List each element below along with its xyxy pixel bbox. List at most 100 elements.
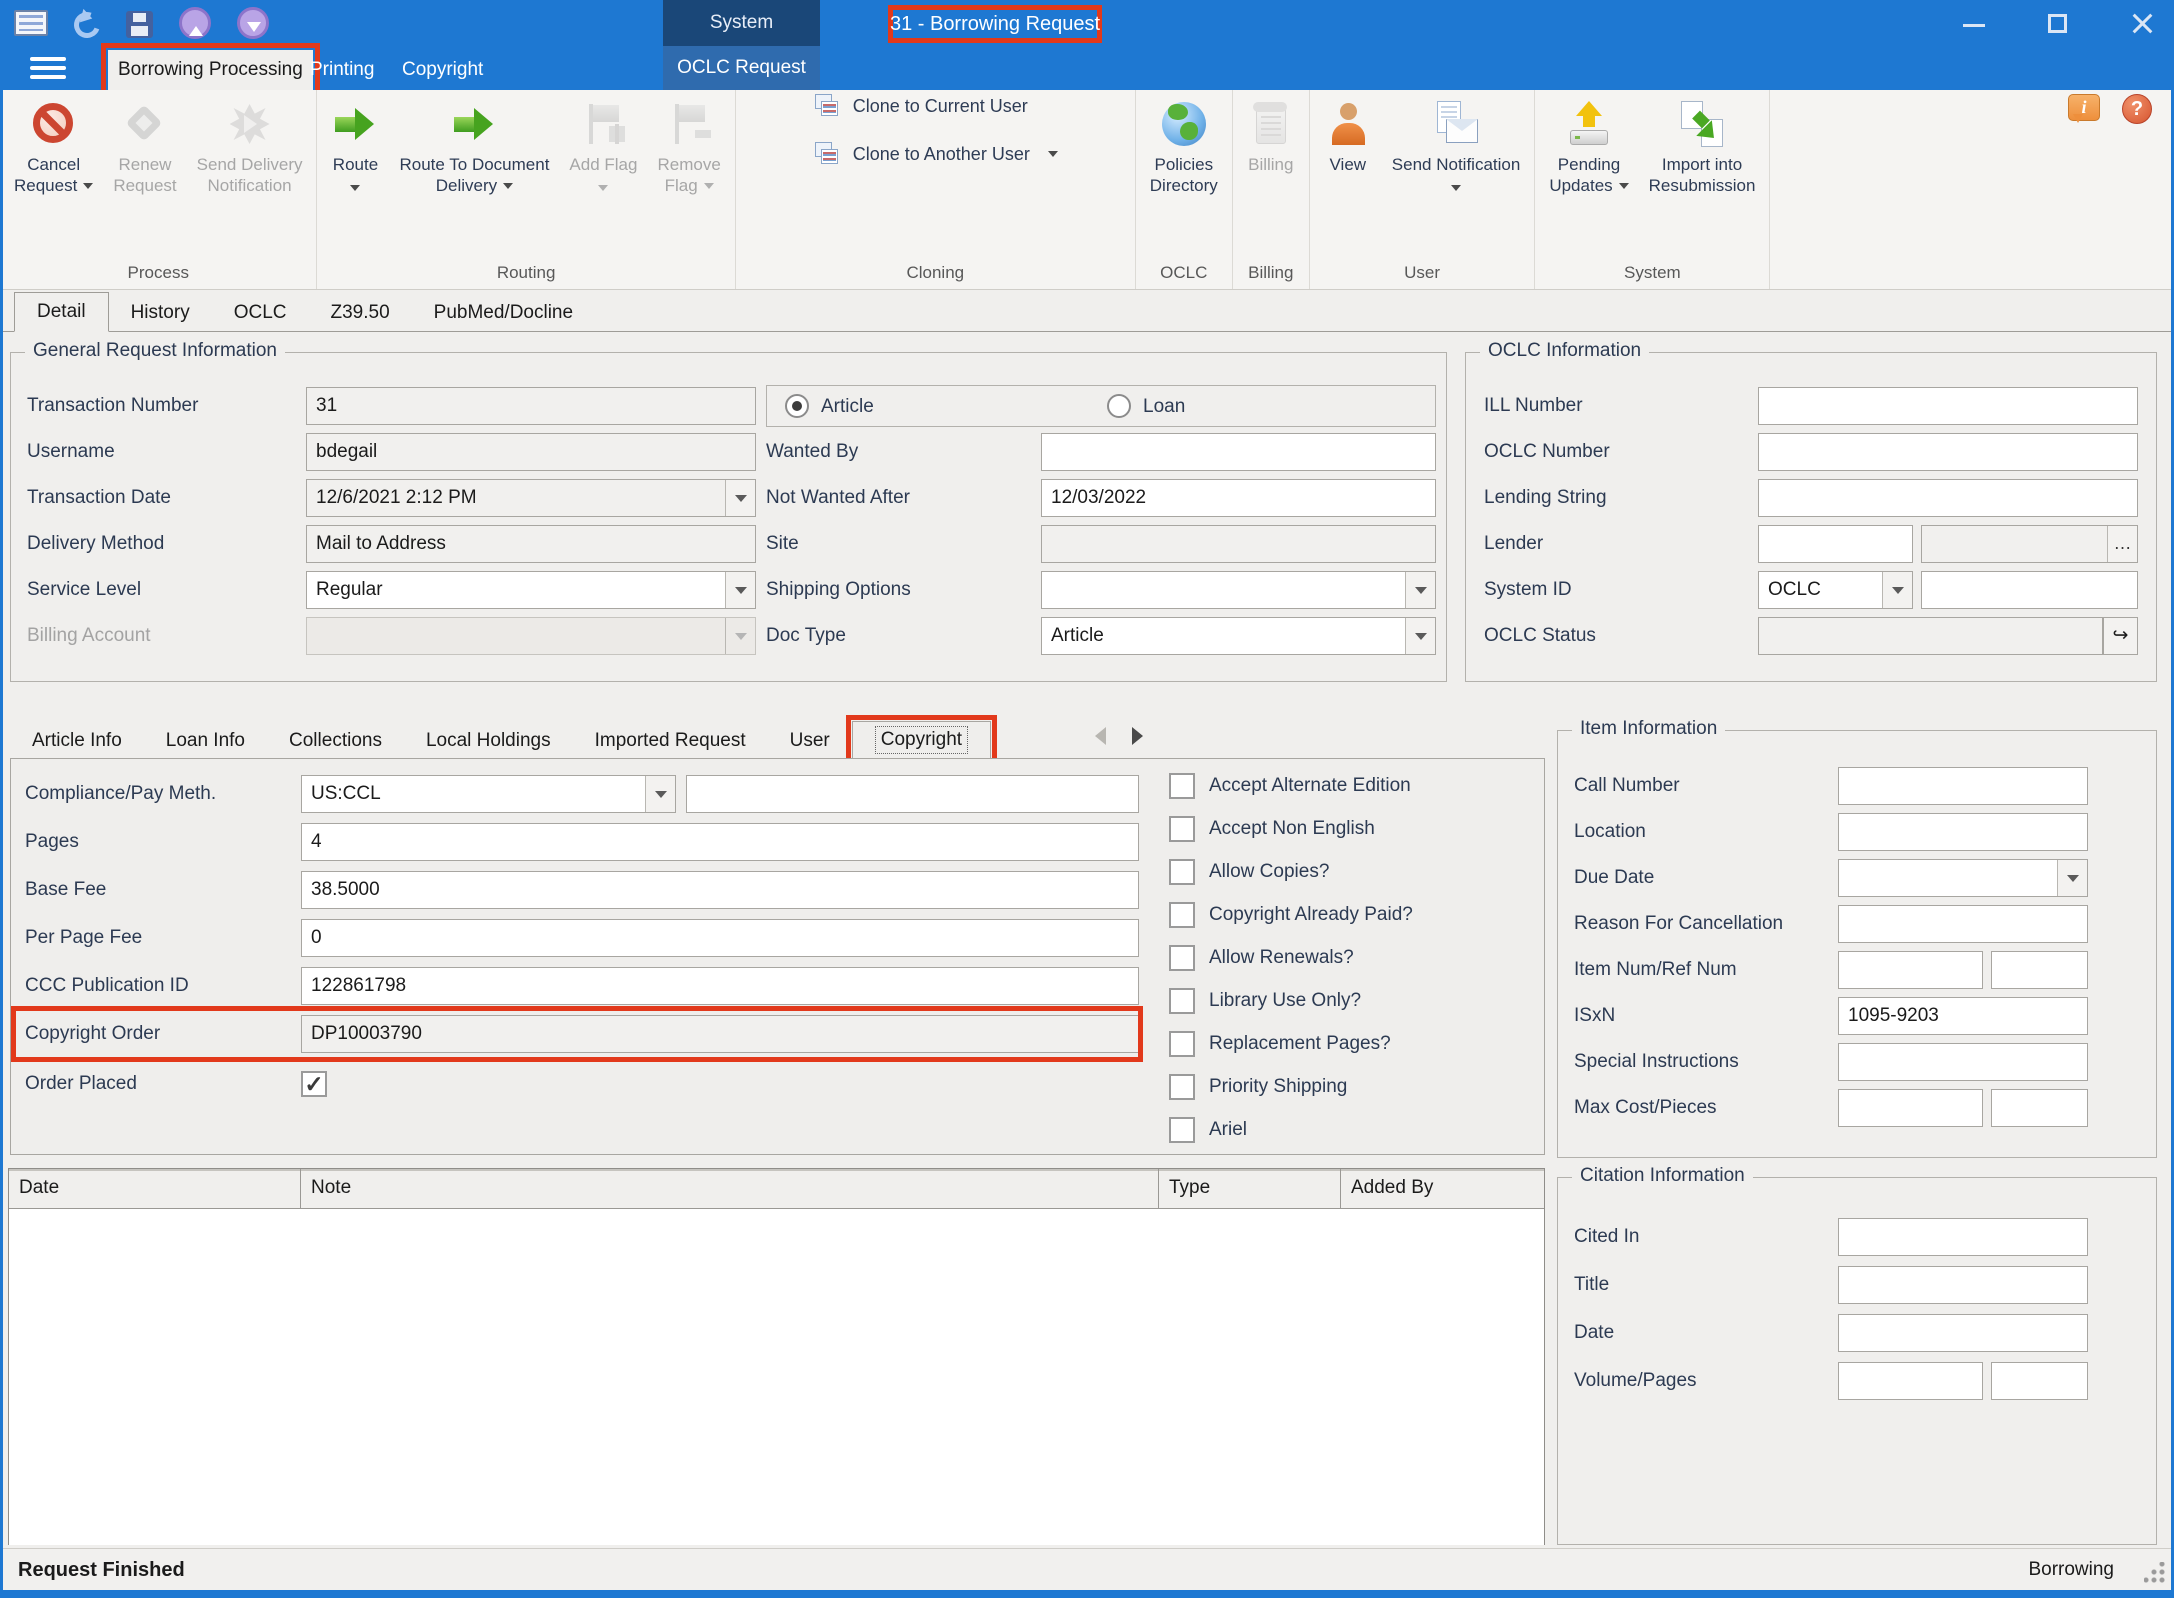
max-cost-field[interactable] [1838, 1089, 1983, 1127]
view-user-button[interactable]: View [1314, 92, 1382, 177]
resize-grip[interactable] [2144, 1562, 2166, 1584]
close-button[interactable] [2128, 9, 2156, 37]
dropdown-arrow-icon[interactable] [725, 572, 755, 608]
oclc-number-field[interactable] [1758, 433, 2138, 471]
scroll-left-icon[interactable] [1095, 727, 1106, 745]
clone-to-current-user-button[interactable]: Clone to Current User [813, 92, 1058, 120]
priority-shipping-checkbox[interactable] [1169, 1074, 1195, 1100]
column-header-date[interactable]: Date [9, 1169, 301, 1208]
ccc-publication-id-field[interactable]: 122861798 [301, 967, 1139, 1005]
send-notification-button[interactable]: Send Notification [1382, 92, 1531, 198]
allow-copies-checkbox[interactable] [1169, 859, 1195, 885]
cited-in-field[interactable] [1838, 1218, 2088, 1256]
tab-oclc[interactable]: OCLC [212, 295, 309, 331]
accept-alternate-edition-checkbox[interactable] [1169, 773, 1195, 799]
refresh-icon[interactable] [70, 7, 105, 42]
allow-renewals-checkbox[interactable] [1169, 945, 1195, 971]
lending-string-field[interactable] [1758, 479, 2138, 517]
copyright-already-paid-checkbox[interactable] [1169, 902, 1195, 928]
subtab-imported-request[interactable]: Imported Request [573, 724, 768, 758]
tab-copyright[interactable]: Copyright [392, 50, 493, 90]
route-to-document-delivery-button[interactable]: Route To Document Delivery [389, 92, 559, 198]
item-num-field[interactable] [1838, 951, 1983, 989]
tab-pubmed-docline[interactable]: PubMed/Docline [412, 295, 595, 331]
base-fee-field[interactable]: 38.5000 [301, 871, 1139, 909]
clone-to-another-user-button[interactable]: Clone to Another User [813, 140, 1058, 168]
order-placed-checkbox[interactable]: ✓ [301, 1071, 327, 1097]
pending-updates-button[interactable]: Pending Updates [1539, 92, 1638, 198]
previous-request-icon[interactable] [179, 7, 211, 39]
ref-num-field[interactable] [1991, 951, 2088, 989]
column-header-note[interactable]: Note [301, 1169, 1159, 1208]
tab-borrowing-processing[interactable]: Borrowing Processing [108, 50, 313, 90]
citation-title-field[interactable] [1838, 1266, 2088, 1304]
accept-non-english-checkbox[interactable] [1169, 816, 1195, 842]
column-header-added-by[interactable]: Added By [1341, 1169, 1544, 1208]
shipping-options-combo[interactable] [1041, 571, 1436, 609]
pages-field[interactable]: 4 [301, 823, 1139, 861]
doc-type-combo[interactable]: Article [1041, 617, 1436, 655]
ariel-checkbox[interactable] [1169, 1117, 1195, 1143]
cancel-request-button[interactable]: Cancel Request [4, 92, 103, 198]
browse-ellipsis-button[interactable]: … [2107, 526, 2137, 562]
transaction-date-field[interactable]: 12/6/2021 2:12 PM [306, 479, 756, 517]
volume-field[interactable] [1838, 1362, 1983, 1400]
next-request-icon[interactable] [237, 7, 269, 39]
location-field[interactable] [1838, 813, 2088, 851]
subtab-collections[interactable]: Collections [267, 724, 404, 758]
reason-for-cancellation-field[interactable] [1838, 905, 2088, 943]
compliance-extra-field[interactable] [686, 775, 1139, 813]
ill-number-field[interactable] [1758, 387, 2138, 425]
column-header-type[interactable]: Type [1159, 1169, 1341, 1208]
wanted-by-field[interactable] [1041, 433, 1436, 471]
library-use-only-checkbox[interactable] [1169, 988, 1195, 1014]
service-level-combo[interactable]: Regular [306, 571, 756, 609]
dropdown-arrow-icon[interactable] [725, 480, 755, 516]
route-button[interactable]: Route [321, 92, 389, 198]
form-icon[interactable] [14, 10, 48, 36]
pages-citation-field[interactable] [1991, 1362, 2088, 1400]
import-into-resubmission-button[interactable]: Import into Resubmission [1639, 92, 1766, 198]
maximize-button[interactable] [2044, 9, 2072, 37]
tab-oclc-request[interactable]: OCLC Request [663, 46, 820, 90]
compliance-combo[interactable]: US:CCL [301, 775, 676, 813]
subtab-loan-info[interactable]: Loan Info [144, 724, 267, 758]
subtab-user[interactable]: User [768, 724, 852, 758]
info-bubble-icon[interactable]: i [2068, 94, 2100, 121]
system-id-combo[interactable]: OCLC [1758, 571, 1913, 609]
pieces-field[interactable] [1991, 1089, 2088, 1127]
not-wanted-after-field[interactable]: 12/03/2022 [1041, 479, 1436, 517]
tab-printing[interactable]: Printing [300, 50, 384, 90]
special-instructions-field[interactable] [1838, 1043, 2088, 1081]
dropdown-arrow-icon[interactable] [1405, 572, 1435, 608]
dropdown-arrow-icon[interactable] [645, 776, 675, 812]
save-icon[interactable] [126, 11, 153, 38]
help-icon[interactable]: ? [2122, 94, 2152, 124]
scroll-right-icon[interactable] [1132, 727, 1143, 745]
minimize-button[interactable] [1960, 9, 1988, 37]
dropdown-arrow-icon[interactable] [1882, 572, 1912, 608]
dropdown-arrow-icon[interactable] [1405, 618, 1435, 654]
policies-directory-button[interactable]: Policies Directory [1140, 92, 1228, 198]
hamburger-menu-icon[interactable] [30, 54, 76, 84]
citation-date-field[interactable] [1838, 1314, 2088, 1352]
tab-history[interactable]: History [109, 295, 212, 331]
subtab-local-holdings[interactable]: Local Holdings [404, 724, 573, 758]
loan-radio[interactable] [1107, 394, 1131, 418]
tab-detail[interactable]: Detail [14, 292, 109, 332]
isxn-field[interactable]: 1095-9203 [1838, 997, 2088, 1035]
system-id-value-field[interactable] [1921, 571, 2138, 609]
subtab-article-info[interactable]: Article Info [10, 724, 144, 758]
call-number-field[interactable] [1838, 767, 2088, 805]
article-radio[interactable] [785, 394, 809, 418]
due-date-combo[interactable] [1838, 859, 2088, 897]
oclc-status-action-button[interactable]: ↪ [2103, 617, 2138, 655]
lender-field[interactable] [1758, 525, 1913, 563]
per-page-fee-field[interactable]: 0 [301, 919, 1139, 957]
lending-string-label: Lending String [1484, 479, 1607, 517]
notes-table-body[interactable] [9, 1209, 1544, 1545]
dropdown-arrow-icon[interactable] [2057, 860, 2087, 896]
replacement-pages-checkbox[interactable] [1169, 1031, 1195, 1057]
tab-z3950[interactable]: Z39.50 [309, 295, 412, 331]
subtab-copyright[interactable]: Copyright [852, 721, 991, 759]
